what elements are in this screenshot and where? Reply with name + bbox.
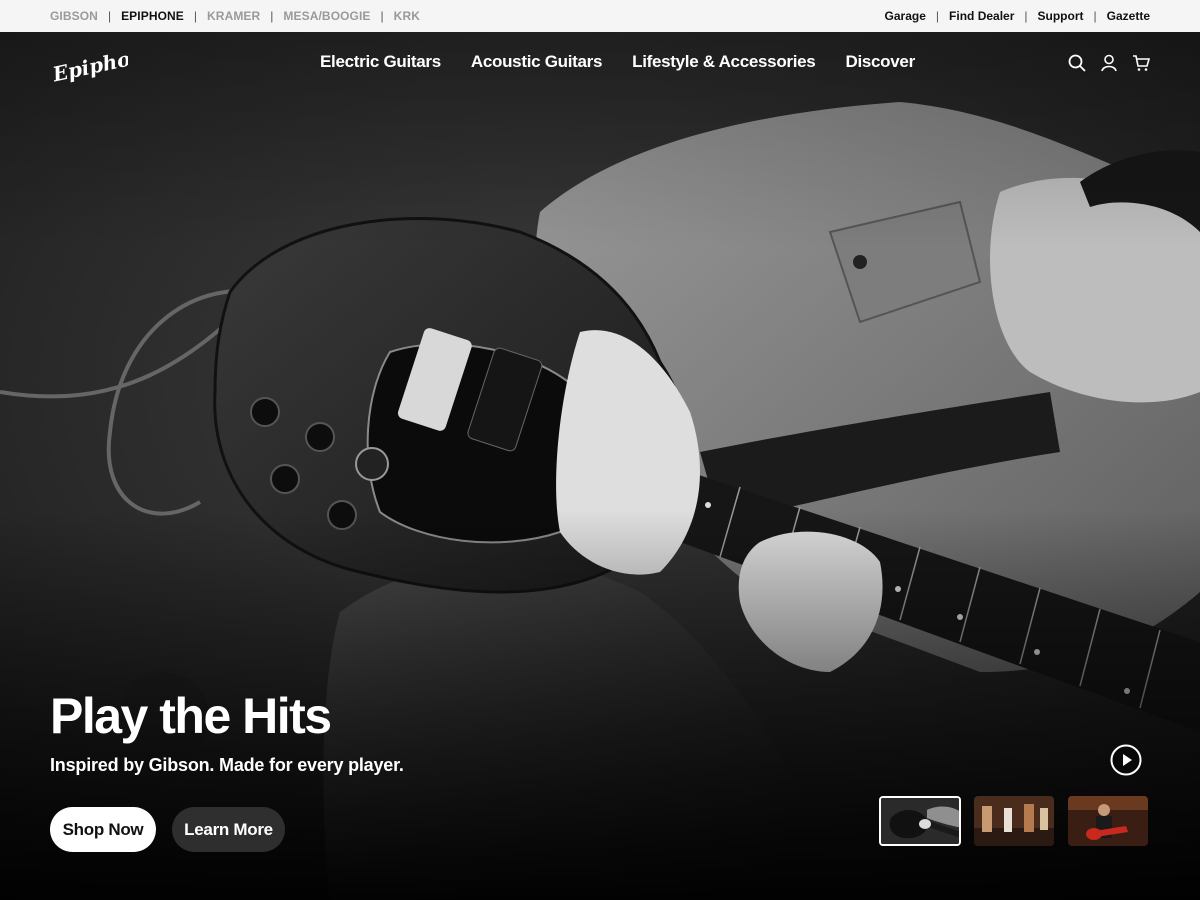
garage-link[interactable]: Garage xyxy=(885,9,926,23)
utility-links: Garage | Find Dealer | Support | Gazette xyxy=(885,9,1150,23)
brand-link-kramer[interactable]: KRAMER xyxy=(207,9,260,23)
support-link[interactable]: Support xyxy=(1038,9,1084,23)
brand-link-krk[interactable]: KRK xyxy=(394,9,420,23)
separator: | xyxy=(935,9,940,23)
nav-lifestyle-accessories[interactable]: Lifestyle & Accessories xyxy=(632,52,816,72)
slide-thumbnail-3[interactable] xyxy=(1068,796,1148,846)
thumbnail-image xyxy=(881,798,959,844)
search-icon[interactable] xyxy=(1068,54,1086,72)
separator: | xyxy=(1024,9,1028,23)
separator: | xyxy=(107,9,112,23)
hero-title: Play the Hits xyxy=(50,688,332,744)
separator: | xyxy=(193,9,198,23)
slide-thumbnail-2[interactable] xyxy=(974,796,1054,846)
main-header: Epiphone Electric Guitars Acoustic Guita… xyxy=(0,32,1200,96)
brand-link-gibson[interactable]: GIBSON xyxy=(50,9,98,23)
nav-acoustic-guitars[interactable]: Acoustic Guitars xyxy=(471,52,603,72)
learn-more-button[interactable]: Learn More xyxy=(172,807,285,852)
separator: | xyxy=(1093,9,1097,23)
brand-switcher: GIBSON | EPIPHONE | KRAMER | MESA/BOOGIE… xyxy=(50,9,420,23)
thumbnail-image xyxy=(1068,796,1148,846)
gazette-link[interactable]: Gazette xyxy=(1107,9,1150,23)
epiphone-logo[interactable]: Epiphone xyxy=(50,48,128,84)
brand-bar: GIBSON | EPIPHONE | KRAMER | MESA/BOOGIE… xyxy=(0,0,1200,32)
play-circle-icon[interactable] xyxy=(1110,744,1142,776)
brand-link-mesa-boogie[interactable]: MESA/BOOGIE xyxy=(283,9,370,23)
svg-text:Epiphone: Epiphone xyxy=(50,48,128,84)
shop-now-button[interactable]: Shop Now xyxy=(50,807,156,852)
hero-subtitle: Inspired by Gibson. Made for every playe… xyxy=(50,755,404,775)
header-icons xyxy=(1068,54,1150,72)
separator: | xyxy=(380,9,384,23)
separator: | xyxy=(270,9,274,23)
nav-electric-guitars[interactable]: Electric Guitars xyxy=(320,52,441,72)
hero-section: Epiphone Electric Guitars Acoustic Guita… xyxy=(0,32,1200,900)
find-dealer-link[interactable]: Find Dealer xyxy=(949,9,1014,23)
slide-thumbnail-1[interactable] xyxy=(879,796,961,846)
cart-icon[interactable] xyxy=(1132,54,1150,72)
account-icon[interactable] xyxy=(1100,54,1118,72)
primary-nav: Electric Guitars Acoustic Guitars Lifest… xyxy=(320,52,915,72)
thumbnail-image xyxy=(974,796,1054,846)
brand-link-epiphone[interactable]: EPIPHONE xyxy=(121,9,184,23)
nav-discover[interactable]: Discover xyxy=(845,52,915,72)
